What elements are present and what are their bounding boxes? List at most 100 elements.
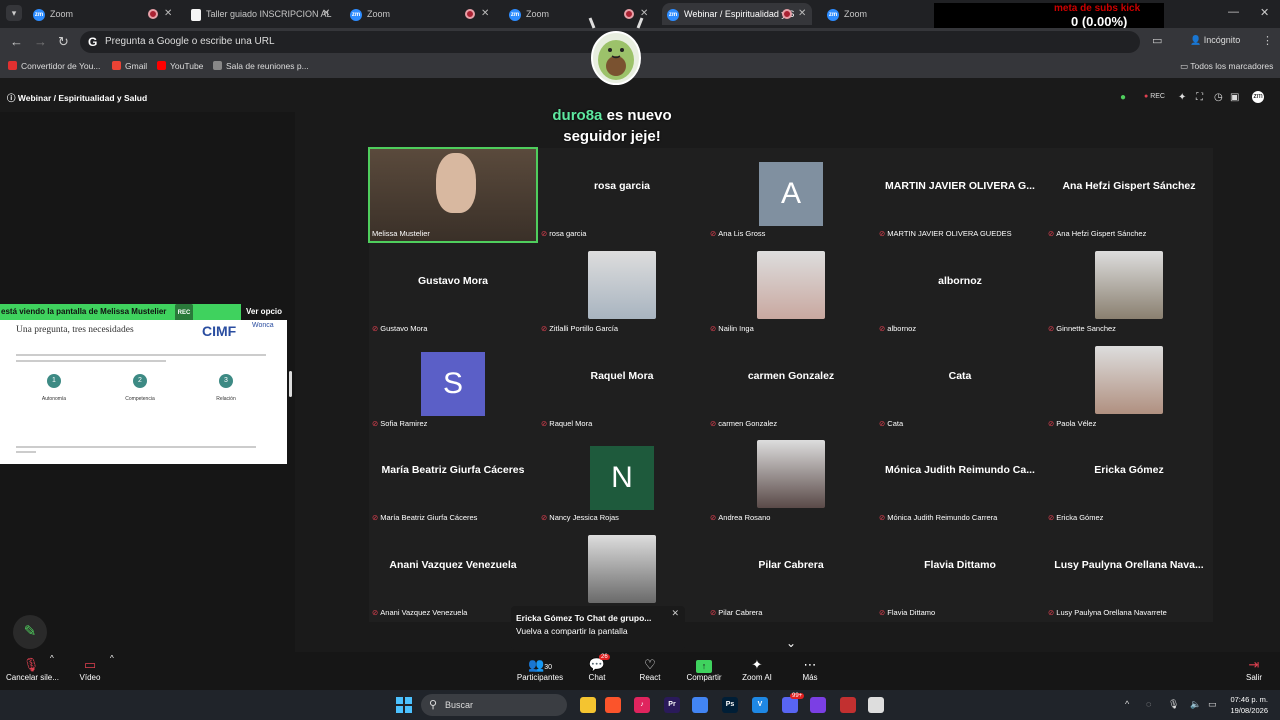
participant-tile[interactable]: Flavia Dittamo ⊘ Flavia Dittamo (876, 527, 1044, 622)
leave-button[interactable]: ⇥ Salir (1244, 656, 1264, 682)
chevron-down-icon[interactable]: ⌄ (786, 636, 796, 650)
browser-tab[interactable]: zm Webinar / Espiritualidad y S ✕ (662, 3, 812, 25)
meeting-toolbar: 🎙 Cancelar sile... ^ ▭ Vídeo ^ 👥30 Parti… (0, 652, 1280, 690)
microphone-icon[interactable]: 🎙 (1168, 699, 1179, 710)
all-bookmarks[interactable]: ▭ Todos los marcadores (1180, 61, 1273, 72)
mute-options-chevron-icon[interactable]: ^ (50, 654, 54, 663)
participants-button[interactable]: 👥30 Participantes (515, 656, 565, 682)
participant-tile[interactable]: María Beatriz Giurfa Cáceres ⊘ María Beatr… (369, 432, 537, 527)
premiere-icon[interactable]: Pr (664, 697, 680, 713)
windows-start-icon[interactable] (396, 697, 412, 713)
layout-icon[interactable]: ▣ (1230, 92, 1239, 103)
participant-tile[interactable]: Melissa Mustelier (368, 147, 538, 243)
participant-tile[interactable]: ⊘ Nailin Inga (707, 242, 875, 337)
participant-tile[interactable]: Ericka Gómez ⊘ Ericka Gómez (1045, 432, 1213, 527)
tab-label: Zoom (844, 9, 868, 19)
chat-badge: 26 (599, 654, 610, 660)
share-screen-button[interactable]: ↑ Compartir (684, 656, 724, 682)
participant-photo (757, 250, 825, 319)
participant-tile[interactable]: Gustavo Mora ⊘ Gustavo Mora (369, 242, 537, 337)
participant-name-label: ⊘ Nancy Jessica Rojas (541, 513, 619, 522)
browser-tab[interactable]: Taller guiado INSCRIPCION AL ✕ (186, 3, 336, 25)
tiktok-icon[interactable]: ♪ (634, 697, 650, 713)
vscode-icon[interactable]: V (752, 697, 768, 713)
participant-tile[interactable]: Raquel Mora ⊘ Raquel Mora (538, 337, 706, 432)
close-tab-icon[interactable]: ✕ (164, 3, 172, 25)
document-icon (191, 8, 201, 21)
mute-button[interactable]: 🎙 Cancelar sile... (6, 656, 59, 682)
fullscreen-icon[interactable]: ⛶ (1196, 92, 1203, 103)
participant-tile[interactable]: N ⊘ Nancy Jessica Rojas (538, 432, 706, 527)
forward-icon[interactable]: → (34, 34, 47, 49)
bookmark-item[interactable]: YouTube (157, 61, 203, 71)
pane-resize-handle[interactable] (289, 371, 292, 397)
bookmark-item[interactable]: Sala de reuniones p... (213, 61, 309, 71)
brave-browser-icon[interactable] (605, 697, 621, 713)
zoom-ai-button[interactable]: ✦ Zoom AI (740, 656, 774, 682)
participant-tile[interactable]: A ⊘ Ana Lis Gross (707, 148, 875, 242)
more-button[interactable]: ⋯ Más (800, 656, 820, 682)
video-button[interactable]: ▭ Vídeo (76, 656, 104, 682)
view-options-button[interactable]: Ver opcio (246, 304, 282, 320)
rec-indicator[interactable]: ● REC (1144, 93, 1165, 100)
participant-photo (588, 535, 656, 604)
discord-icon[interactable] (782, 697, 798, 713)
taskbar-search[interactable]: ⚲ Buscar (421, 694, 567, 716)
file-explorer-icon[interactable] (580, 697, 596, 713)
chrome-icon[interactable] (692, 697, 708, 713)
tab-search-chevron-icon[interactable]: ▾ (6, 5, 22, 21)
browser-tab[interactable]: zm Zoom ✕ (28, 3, 178, 25)
participant-tile[interactable]: carmen Gonzalez ⊘ carmen Gonzalez (707, 337, 875, 432)
slide-text-line (16, 354, 266, 356)
participant-tile[interactable]: rosa garcia ⊘ rosa garcia (538, 148, 706, 242)
back-icon[interactable]: ← (10, 34, 23, 49)
participant-display-name: Gustavo Mora (417, 274, 488, 287)
participant-tile[interactable]: Lusy Paulyna Orellana Nava... ⊘ Lusy Pauly… (1045, 527, 1213, 622)
annotate-pencil-button[interactable]: ✎ (13, 615, 47, 649)
participant-name-label: ⊘ Gustavo Mora (372, 324, 427, 333)
shield-icon[interactable]: ● (1120, 92, 1126, 103)
photoshop-icon[interactable]: Ps (722, 697, 738, 713)
participant-tile[interactable]: ⊘ Ginnette Sanchez (1045, 242, 1213, 337)
react-button[interactable]: ♡ React (638, 656, 662, 682)
participant-tile[interactable]: S ⊘ Sofia Ramirez (369, 337, 537, 432)
close-window-icon[interactable]: ✕ (1260, 6, 1269, 19)
minimize-icon[interactable]: — (1228, 6, 1239, 18)
participant-tile[interactable]: ⊘ Zitlalli Portillo García (538, 242, 706, 337)
participant-tile[interactable]: ⊘ Paola Vélez (1045, 337, 1213, 432)
sidepanel-icon[interactable]: ▭ (1152, 34, 1162, 47)
participant-display-name: Pilar Cabrera (758, 559, 824, 572)
bookmark-item[interactable]: Gmail (112, 61, 147, 71)
browser-tab[interactable]: zm Zoom ✕ (345, 3, 495, 25)
participant-tile[interactable]: Ana Hefzi Gispert Sánchez ⊘ Ana Hefzi Gisp… (1045, 148, 1213, 242)
chat-notification-toast[interactable]: Ericka Gómez To Chat de grupo... Vuelva … (511, 606, 685, 650)
incognito-indicator[interactable]: 👤 Incógnito (1190, 35, 1240, 46)
obs-icon[interactable] (810, 697, 826, 713)
toast-close-icon[interactable]: ✕ (671, 608, 679, 619)
participant-tile[interactable]: Pilar Cabrera ⊘ Pilar Cabrera (707, 527, 875, 622)
participant-tile[interactable]: ⊘ Andrea Rosano (707, 432, 875, 527)
battery-icon[interactable]: ▭ (1208, 699, 1217, 710)
close-tab-icon[interactable]: ✕ (322, 3, 330, 25)
bookmark-item[interactable]: Convertidor de You... (8, 61, 100, 71)
network-icon[interactable]: ◌ (1146, 699, 1151, 709)
participant-tile[interactable]: Cata ⊘ Cata (876, 337, 1044, 432)
reload-icon[interactable]: ↻ (58, 34, 69, 50)
taskbar-clock[interactable]: 07:46 p. m. 19/08/2026 (1222, 694, 1268, 716)
sparkle-icon[interactable]: ✦ (1178, 92, 1186, 103)
app-icon[interactable] (840, 697, 856, 713)
participant-tile[interactable]: albornoz ⊘ albornoz (876, 242, 1044, 337)
close-tab-icon[interactable]: ✕ (481, 3, 489, 25)
close-tab-icon[interactable]: ✕ (798, 3, 806, 25)
participant-tile[interactable]: Mónica Judith Reimundo Ca... ⊘ Mónica Judi… (876, 432, 1044, 527)
kick-goal-value: 0 (0.00%) (1071, 14, 1128, 29)
info-icon[interactable]: ◷ (1214, 92, 1223, 103)
participant-tile[interactable]: MARTIN JAVIER OLIVERA G... ⊘ MARTIN JAVIER… (876, 148, 1044, 242)
chat-button[interactable]: 💬 26 Chat (585, 654, 610, 682)
notepad-icon[interactable] (868, 697, 884, 713)
meeting-title[interactable]: ⓘ Webinar / Espiritualidad y Salud (7, 92, 147, 104)
menu-kebab-icon[interactable]: ⋮ (1262, 34, 1273, 47)
video-options-chevron-icon[interactable]: ^ (110, 654, 114, 663)
tray-chevron-icon[interactable]: ^ (1125, 699, 1129, 709)
volume-icon[interactable]: 🔈 (1190, 699, 1201, 710)
